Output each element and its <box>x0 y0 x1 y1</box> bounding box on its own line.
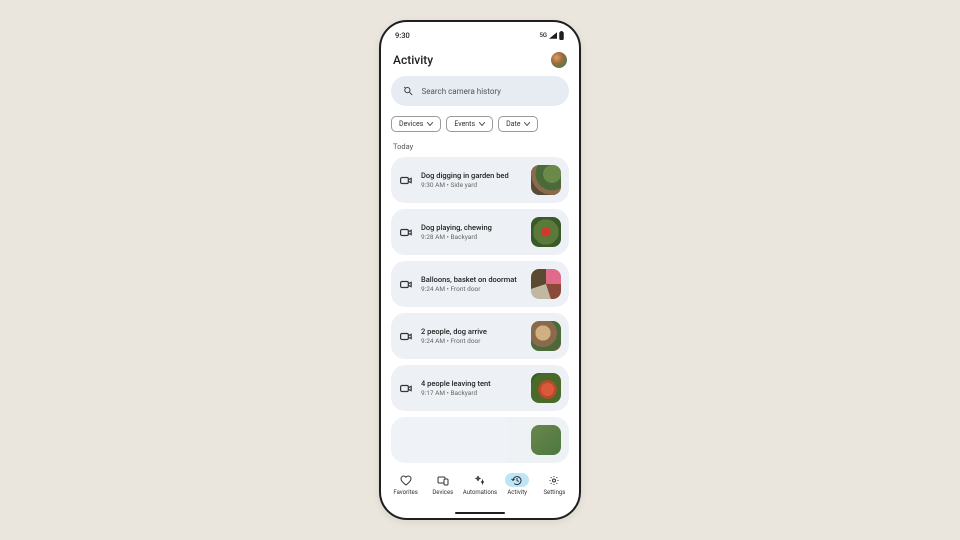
nav-label: Activity <box>507 489 527 496</box>
event-thumbnail <box>531 217 561 247</box>
nav-label: Settings <box>543 489 565 496</box>
event-thumbnail <box>531 165 561 195</box>
home-indicator[interactable] <box>455 512 505 515</box>
page-title: Activity <box>393 53 433 67</box>
chevron-down-icon <box>427 122 433 126</box>
event-card[interactable]: 2 people, dog arrive 9:24 AM • Front doo… <box>391 313 569 359</box>
nav-label: Favorites <box>393 489 417 496</box>
chip-label: Date <box>506 120 520 128</box>
avatar[interactable] <box>551 52 567 68</box>
event-list: Dog digging in garden bed 9:30 AM • Side… <box>391 157 569 463</box>
nav-devices[interactable]: Devices <box>424 473 461 496</box>
status-right: 5G <box>540 31 566 40</box>
content: Today Dog digging in garden bed 9:30 AM … <box>381 140 579 468</box>
history-icon <box>511 475 523 486</box>
camera-icon <box>399 280 413 289</box>
event-title: 2 people, dog arrive <box>421 327 523 336</box>
nav-label: Automations <box>463 489 497 496</box>
header: Activity <box>381 44 579 76</box>
chevron-down-icon <box>479 122 485 126</box>
event-title: Balloons, basket on doormat <box>421 275 523 284</box>
event-card[interactable]: Dog digging in garden bed 9:30 AM • Side… <box>391 157 569 203</box>
heart-icon <box>400 475 412 486</box>
event-card[interactable]: 4 people leaving tent 9:17 AM • Backyard <box>391 365 569 411</box>
nav-automations[interactable]: Automations <box>461 473 498 496</box>
devices-icon <box>437 475 449 486</box>
event-thumbnail <box>531 425 561 455</box>
filter-chips: Devices Events Date <box>381 106 579 140</box>
filter-date[interactable]: Date <box>498 116 538 132</box>
sparkle-icon <box>474 475 486 486</box>
status-network: 5G <box>540 32 548 39</box>
event-title: Dog playing, chewing <box>421 223 523 232</box>
event-subtitle: 9:24 AM • Front door <box>421 337 523 345</box>
bottom-nav: Favorites Devices Automations Activity S… <box>381 468 579 518</box>
event-card[interactable] <box>391 417 569 463</box>
nav-settings[interactable]: Settings <box>536 473 573 496</box>
event-title: 4 people leaving tent <box>421 379 523 388</box>
nav-activity[interactable]: Activity <box>499 473 536 496</box>
event-title: Dog digging in garden bed <box>421 171 523 180</box>
chip-label: Devices <box>399 120 423 128</box>
camera-icon <box>399 228 413 237</box>
section-label: Today <box>393 142 569 151</box>
filter-devices[interactable]: Devices <box>391 116 441 132</box>
event-card[interactable]: Dog playing, chewing 9:28 AM • Backyard <box>391 209 569 255</box>
event-thumbnail <box>531 269 561 299</box>
chevron-down-icon <box>524 122 530 126</box>
nav-label: Devices <box>432 489 453 496</box>
battery-icon <box>558 31 565 40</box>
event-subtitle: 9:30 AM • Side yard <box>421 181 523 189</box>
event-subtitle: 9:17 AM • Backyard <box>421 389 523 397</box>
event-thumbnail <box>531 373 561 403</box>
phone-frame: 9:30 5G Activity Devices Events Date <box>379 20 581 520</box>
camera-icon <box>399 332 413 341</box>
chip-label: Events <box>454 120 475 128</box>
search-bar[interactable] <box>391 76 569 106</box>
event-thumbnail <box>531 321 561 351</box>
search-input[interactable] <box>422 87 557 96</box>
camera-icon <box>399 176 413 185</box>
status-time: 9:30 <box>395 31 410 40</box>
search-icon <box>403 85 414 97</box>
signal-icon <box>549 32 557 39</box>
event-subtitle: 9:28 AM • Backyard <box>421 233 523 241</box>
nav-favorites[interactable]: Favorites <box>387 473 424 496</box>
event-card[interactable]: Balloons, basket on doormat 9:24 AM • Fr… <box>391 261 569 307</box>
camera-icon <box>399 384 413 393</box>
status-bar: 9:30 5G <box>381 22 579 44</box>
gear-icon <box>548 475 560 486</box>
event-subtitle: 9:24 AM • Front door <box>421 285 523 293</box>
filter-events[interactable]: Events <box>446 116 493 132</box>
